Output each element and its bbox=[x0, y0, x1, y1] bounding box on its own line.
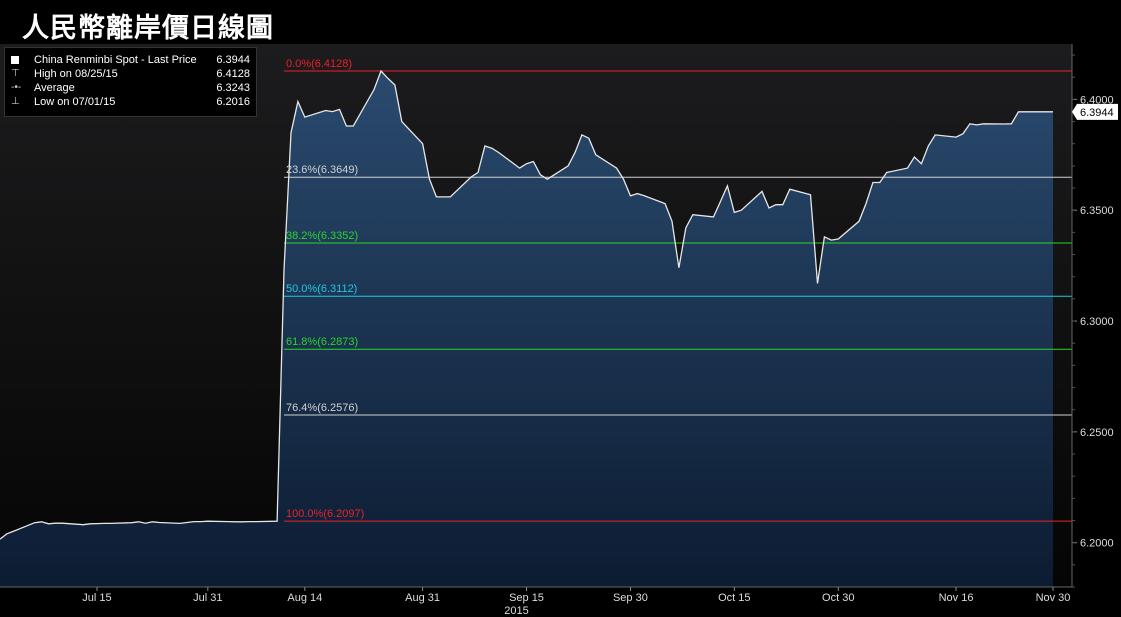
fib-level-label: 100.0%(6.2097) bbox=[286, 508, 364, 520]
fib-level-label: 61.8%(6.2873) bbox=[286, 336, 358, 348]
legend-value: 6.3944 bbox=[216, 53, 250, 67]
x-tick-label: Sep 15 bbox=[509, 592, 544, 604]
legend-item-high: ⊤ High on 08/25/15 6.4128 bbox=[11, 67, 250, 81]
x-tick-label: Aug 14 bbox=[287, 592, 322, 604]
x-year-label: 2015 bbox=[504, 605, 528, 617]
x-tick-label: Jul 31 bbox=[193, 592, 222, 604]
page-title: 人民幣離岸價日線圖 bbox=[22, 6, 274, 45]
legend-value: 6.2016 bbox=[216, 95, 250, 109]
last-price-label: 6.3944 bbox=[1080, 107, 1114, 119]
chart-frame: 0.0%(6.4128) 23.6%(6.3649) 38.2%(6.3352) 50… bbox=[0, 0, 1121, 617]
legend-box: China Renminbi Spot - Last Price 6.3944 … bbox=[4, 47, 257, 117]
y-tick-layer: 6.20006.25006.30006.35006.4000 bbox=[1072, 55, 1114, 587]
legend-value: 6.4128 bbox=[216, 67, 250, 81]
x-tick-label: Oct 30 bbox=[822, 592, 854, 604]
legend-item-low: ⊥ Low on 07/01/15 6.2016 bbox=[11, 95, 250, 109]
x-tick-label: Sep 30 bbox=[613, 592, 648, 604]
x-tick-label: Nov 16 bbox=[939, 592, 974, 604]
x-tick-label: Nov 30 bbox=[1036, 592, 1071, 604]
low-marker-icon: ⊥ bbox=[11, 95, 29, 109]
legend-label: Low on 07/01/15 bbox=[34, 95, 115, 109]
x-tick-layer: Jul 15 Jul 31 Aug 14 Aug 31 Sep 15 Sep 30 Oct … bbox=[82, 587, 1070, 617]
y-tick-label: 6.3000 bbox=[1080, 316, 1114, 328]
legend-value: 6.3243 bbox=[216, 81, 250, 95]
fib-level-label: 0.0%(6.4128) bbox=[286, 58, 352, 70]
legend-label: High on 08/25/15 bbox=[34, 67, 118, 81]
x-tick-label: Oct 15 bbox=[718, 592, 750, 604]
x-tick-label: Jul 15 bbox=[82, 592, 111, 604]
last-price-layer: 6.3944 bbox=[1072, 104, 1118, 120]
legend-item-last-price: China Renminbi Spot - Last Price 6.3944 bbox=[11, 53, 250, 67]
legend-label: China Renminbi Spot - Last Price bbox=[34, 53, 197, 67]
fib-level-label: 38.2%(6.3352) bbox=[286, 230, 358, 242]
fib-level-label: 50.0%(6.3112) bbox=[286, 283, 357, 295]
high-marker-icon: ⊤ bbox=[11, 67, 29, 81]
y-tick-label: 6.3500 bbox=[1080, 205, 1114, 217]
legend-label: Average bbox=[34, 81, 75, 95]
average-marker-icon: -•- bbox=[11, 81, 29, 95]
fib-level-label: 23.6%(6.3649) bbox=[286, 164, 358, 176]
fib-level-label: 76.4%(6.2576) bbox=[286, 402, 358, 414]
x-tick-label: Aug 31 bbox=[405, 592, 440, 604]
legend-item-average: -•- Average 6.3243 bbox=[11, 81, 250, 95]
y-tick-label: 6.2500 bbox=[1080, 427, 1114, 439]
y-tick-label: 6.2000 bbox=[1080, 538, 1114, 550]
